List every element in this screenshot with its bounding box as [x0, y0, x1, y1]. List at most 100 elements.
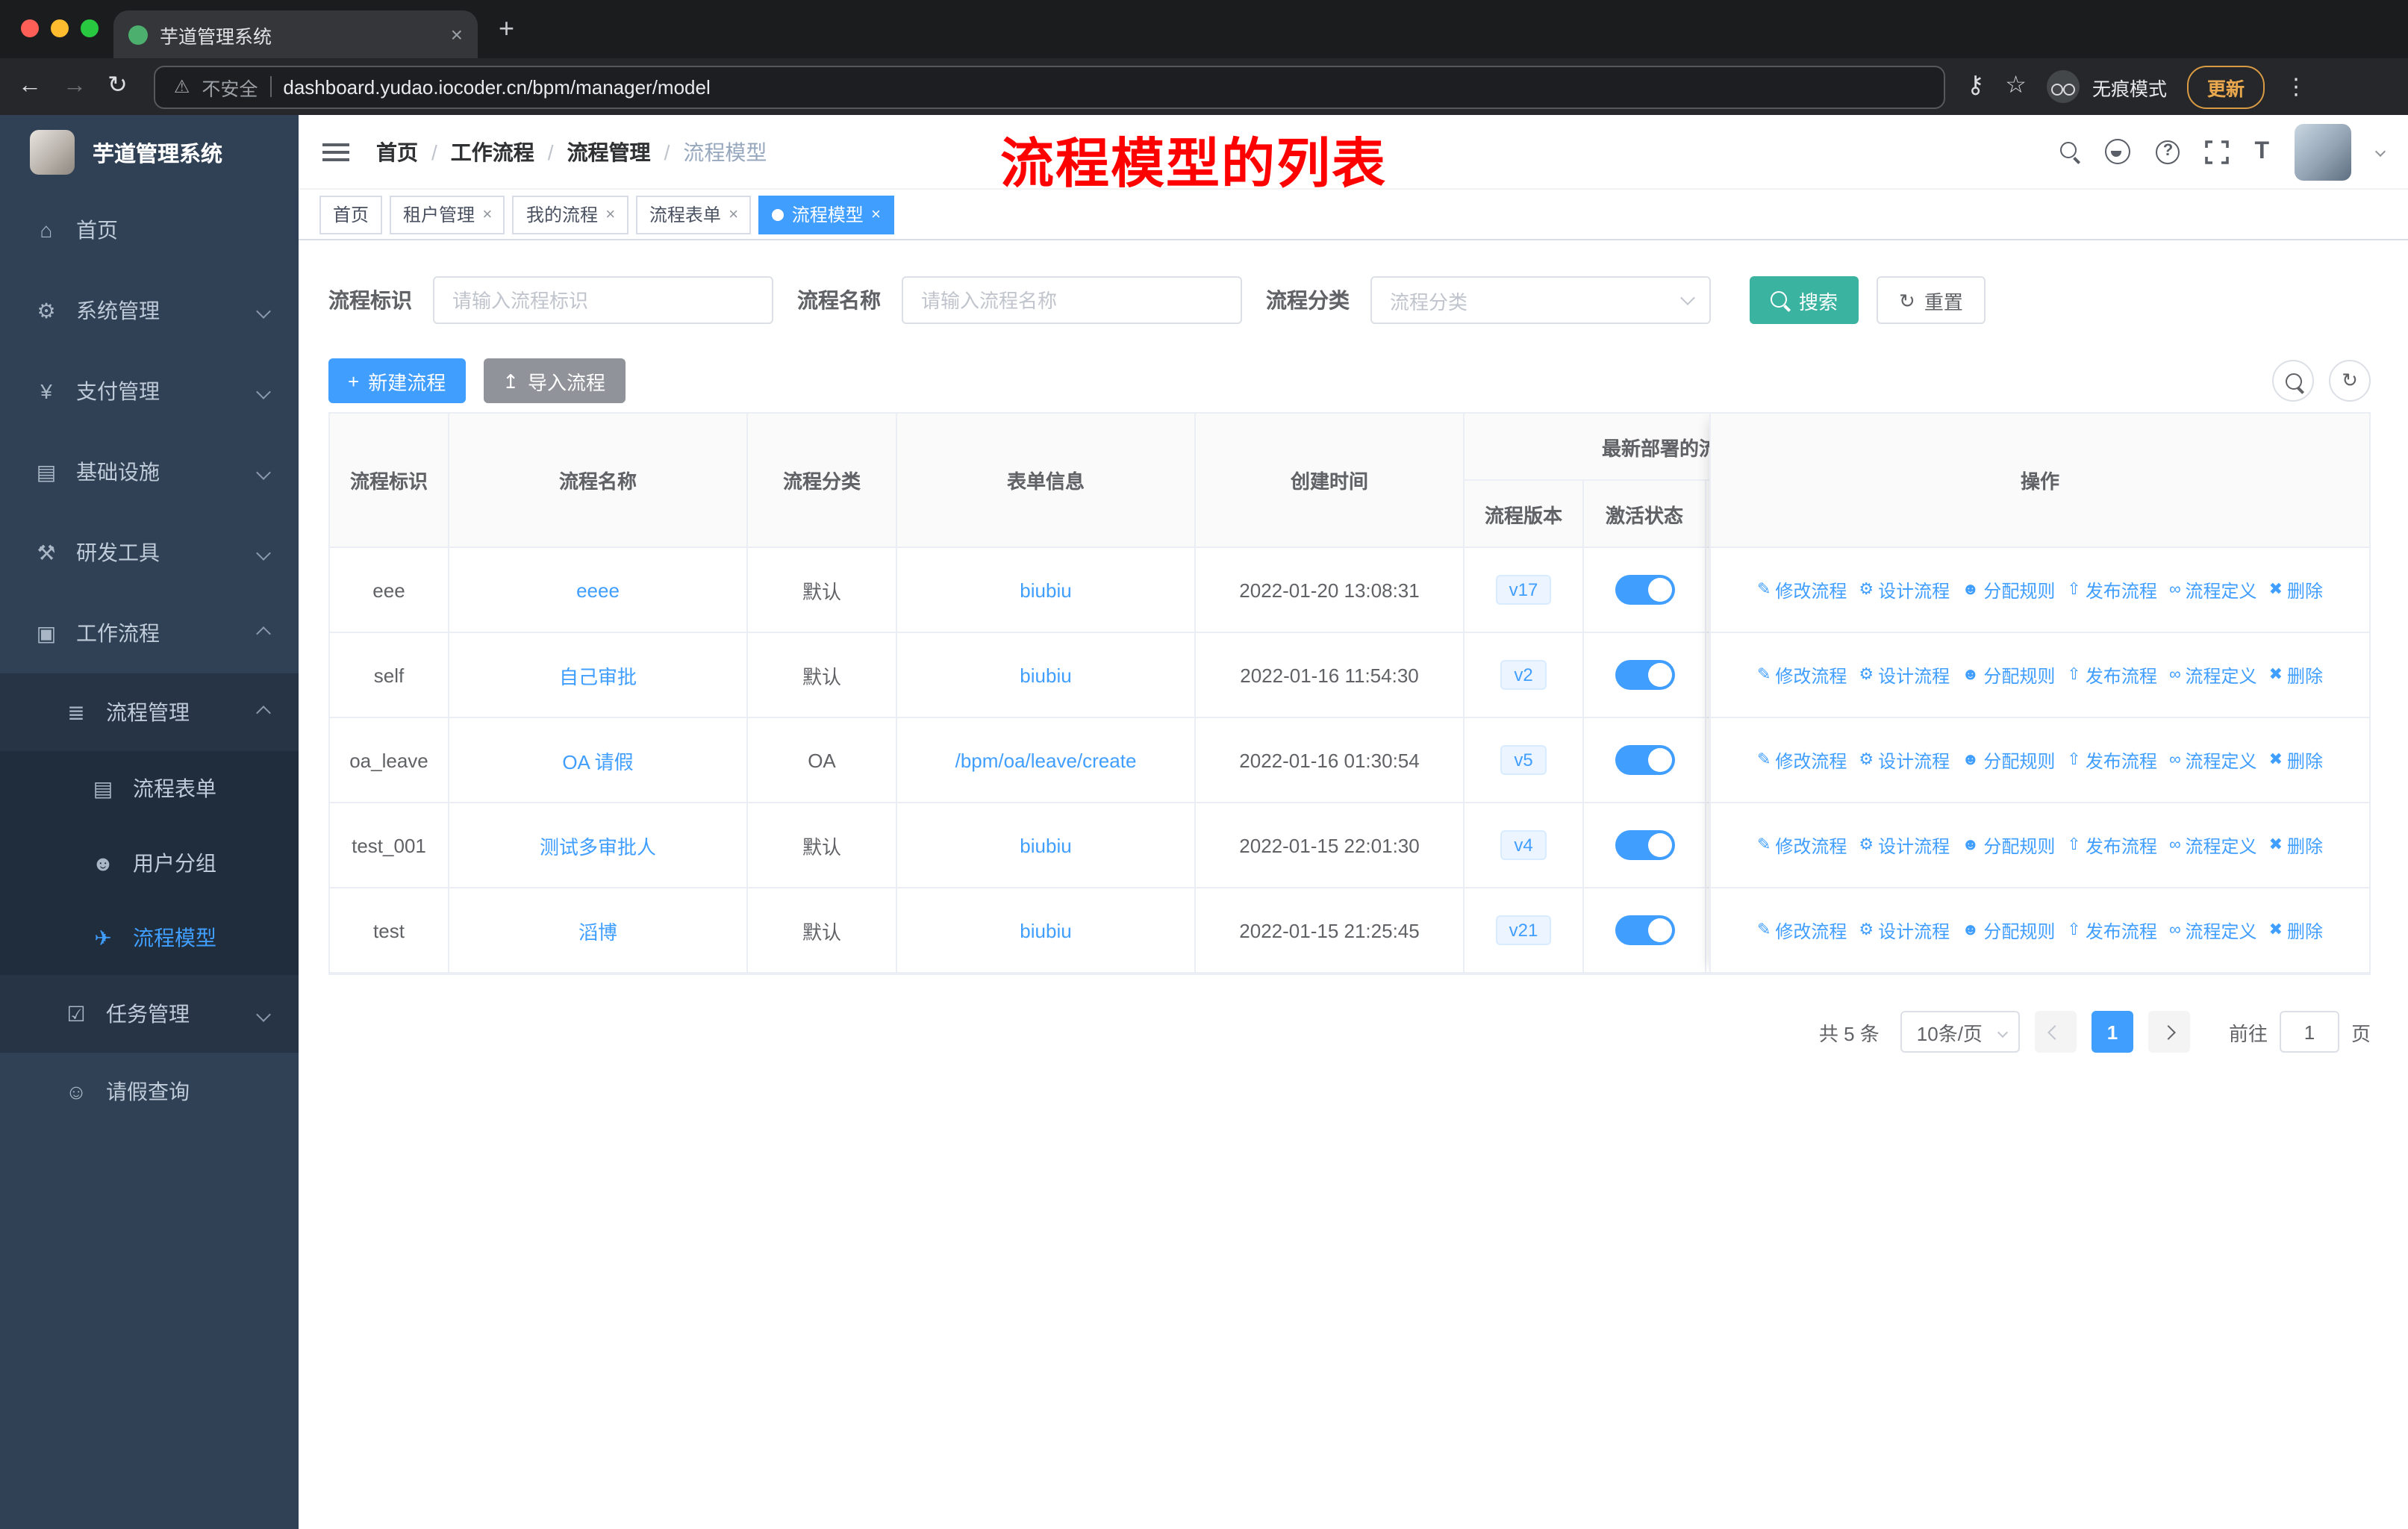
breadcrumb-item[interactable]: 工作流程: [451, 137, 534, 166]
menu-dots-icon[interactable]: ⋮: [2285, 75, 2307, 98]
url-bar[interactable]: ⚠ 不安全 dashboard.yudao.iocoder.cn/bpm/man…: [154, 65, 1946, 108]
action-modify[interactable]: ✎ 修改流程: [1757, 662, 1847, 688]
forward-icon[interactable]: →: [63, 74, 87, 99]
form-info-link[interactable]: biubiu: [1020, 579, 1071, 601]
action-design[interactable]: ⚙ 设计流程: [1859, 577, 1950, 602]
search-icon[interactable]: [2060, 142, 2080, 161]
close-icon[interactable]: ×: [605, 205, 615, 223]
action-publish[interactable]: ⇧ 发布流程: [2067, 577, 2156, 602]
action-definition[interactable]: ∞ 流程定义: [2169, 918, 2257, 943]
version-badge[interactable]: v2: [1500, 660, 1547, 690]
reset-button[interactable]: ↻ 重置: [1877, 276, 1986, 324]
action-modify[interactable]: ✎ 修改流程: [1757, 577, 1847, 602]
sidebar-item-home[interactable]: ⌂ 首页: [0, 190, 299, 270]
process-name-link[interactable]: 自己审批: [559, 661, 637, 689]
sidebar-item-workflow[interactable]: ▣ 工作流程: [0, 593, 299, 673]
form-info-link[interactable]: biubiu: [1020, 834, 1071, 856]
form-info-link[interactable]: biubiu: [1020, 919, 1071, 941]
next-page-button[interactable]: [2147, 1011, 2190, 1053]
browser-tab[interactable]: 芋道管理系统 ×: [113, 10, 478, 58]
avatar[interactable]: [2295, 123, 2351, 180]
active-toggle[interactable]: [1615, 830, 1674, 860]
minimize-window-button[interactable]: [51, 19, 69, 37]
current-page-button[interactable]: 1: [2091, 1011, 2133, 1053]
close-tab-icon[interactable]: ×: [451, 24, 463, 45]
active-toggle[interactable]: [1615, 660, 1674, 690]
sidebar-item-payment[interactable]: ¥ 支付管理: [0, 351, 299, 432]
action-assign-rule[interactable]: ☻ 分配规则: [1962, 918, 2055, 943]
action-assign-rule[interactable]: ☻ 分配规则: [1962, 662, 2055, 688]
sidebar-item-infrastructure[interactable]: ▤ 基础设施: [0, 432, 299, 512]
github-icon[interactable]: [2105, 139, 2131, 164]
process-name-link[interactable]: 滔博: [578, 916, 617, 944]
action-modify[interactable]: ✎ 修改流程: [1757, 918, 1847, 943]
action-definition[interactable]: ∞ 流程定义: [2169, 747, 2257, 773]
close-icon[interactable]: ×: [482, 205, 492, 223]
sidebar-item-process-form[interactable]: ▤ 流程表单: [0, 751, 299, 826]
breadcrumb-item[interactable]: 流程管理: [567, 137, 651, 166]
action-definition[interactable]: ∞ 流程定义: [2169, 662, 2257, 688]
action-delete[interactable]: ✖ 删除: [2269, 918, 2323, 943]
bookmark-star-icon[interactable]: ☆: [2005, 74, 2027, 99]
refresh-table-button[interactable]: ↻: [2329, 360, 2371, 402]
sidebar-item-user-group[interactable]: ☻ 用户分组: [0, 826, 299, 900]
help-icon[interactable]: ?: [2156, 140, 2180, 164]
action-design[interactable]: ⚙ 设计流程: [1859, 832, 1950, 858]
import-process-button[interactable]: ↥ 导入流程: [483, 358, 626, 403]
fullscreen-icon[interactable]: [2205, 140, 2230, 164]
action-publish[interactable]: ⇧ 发布流程: [2067, 918, 2156, 943]
new-tab-button[interactable]: +: [499, 15, 514, 42]
action-design[interactable]: ⚙ 设计流程: [1859, 747, 1950, 773]
version-badge[interactable]: v21: [1495, 915, 1552, 945]
sidebar-item-devtools[interactable]: ⚒ 研发工具: [0, 512, 299, 593]
hamburger-icon[interactable]: [322, 143, 349, 161]
fontsize-icon[interactable]: T: [2254, 138, 2269, 165]
reload-icon[interactable]: ↻: [107, 74, 128, 99]
version-badge[interactable]: v4: [1500, 830, 1547, 860]
close-window-button[interactable]: [21, 19, 39, 37]
process-name-link[interactable]: 测试多审批人: [540, 831, 656, 859]
process-name-link[interactable]: eeee: [576, 579, 620, 601]
zoom-window-button[interactable]: [81, 19, 99, 37]
action-publish[interactable]: ⇧ 发布流程: [2067, 747, 2156, 773]
action-definition[interactable]: ∞ 流程定义: [2169, 832, 2257, 858]
form-info-link[interactable]: /bpm/oa/leave/create: [955, 749, 1137, 771]
version-badge[interactable]: v17: [1495, 575, 1552, 605]
sidebar-item-system[interactable]: ⚙ 系统管理: [0, 270, 299, 351]
tag-my-process[interactable]: 我的流程 ×: [512, 195, 628, 234]
sidebar-item-leave-query[interactable]: ☺ 请假查询: [0, 1053, 299, 1130]
breadcrumb-item[interactable]: 首页: [376, 137, 418, 166]
process-name-input[interactable]: [902, 276, 1242, 324]
tag-process-form[interactable]: 流程表单 ×: [635, 195, 752, 234]
action-assign-rule[interactable]: ☻ 分配规则: [1962, 832, 2055, 858]
action-assign-rule[interactable]: ☻ 分配规则: [1962, 577, 2055, 602]
active-toggle[interactable]: [1615, 575, 1674, 605]
tag-tenant-management[interactable]: 租户管理 ×: [390, 195, 505, 234]
search-button[interactable]: 搜索: [1750, 276, 1859, 324]
close-icon[interactable]: ×: [729, 205, 738, 223]
active-toggle[interactable]: [1615, 915, 1674, 945]
tag-process-model[interactable]: 流程模型 ×: [758, 195, 894, 234]
toggle-search-button[interactable]: [2272, 360, 2314, 402]
form-info-link[interactable]: biubiu: [1020, 664, 1071, 686]
action-delete[interactable]: ✖ 删除: [2269, 832, 2323, 858]
sidebar-item-process-model[interactable]: ✈ 流程模型: [0, 900, 299, 975]
process-name-link[interactable]: OA 请假: [562, 746, 633, 774]
category-select[interactable]: 流程分类: [1370, 276, 1711, 324]
active-toggle[interactable]: [1615, 745, 1674, 775]
action-modify[interactable]: ✎ 修改流程: [1757, 832, 1847, 858]
action-design[interactable]: ⚙ 设计流程: [1859, 662, 1950, 688]
process-key-input[interactable]: [433, 276, 773, 324]
action-delete[interactable]: ✖ 删除: [2269, 747, 2323, 773]
page-size-select[interactable]: 10条/页: [1900, 1011, 2020, 1053]
action-publish[interactable]: ⇧ 发布流程: [2067, 832, 2156, 858]
action-delete[interactable]: ✖ 删除: [2269, 662, 2323, 688]
action-modify[interactable]: ✎ 修改流程: [1757, 747, 1847, 773]
create-process-button[interactable]: + 新建流程: [328, 358, 466, 403]
goto-page-input[interactable]: [2279, 1011, 2339, 1053]
back-icon[interactable]: ←: [18, 74, 42, 99]
update-button[interactable]: 更新: [2187, 65, 2264, 108]
close-icon[interactable]: ×: [871, 205, 881, 223]
action-design[interactable]: ⚙ 设计流程: [1859, 918, 1950, 943]
prev-page-button[interactable]: [2034, 1011, 2077, 1053]
